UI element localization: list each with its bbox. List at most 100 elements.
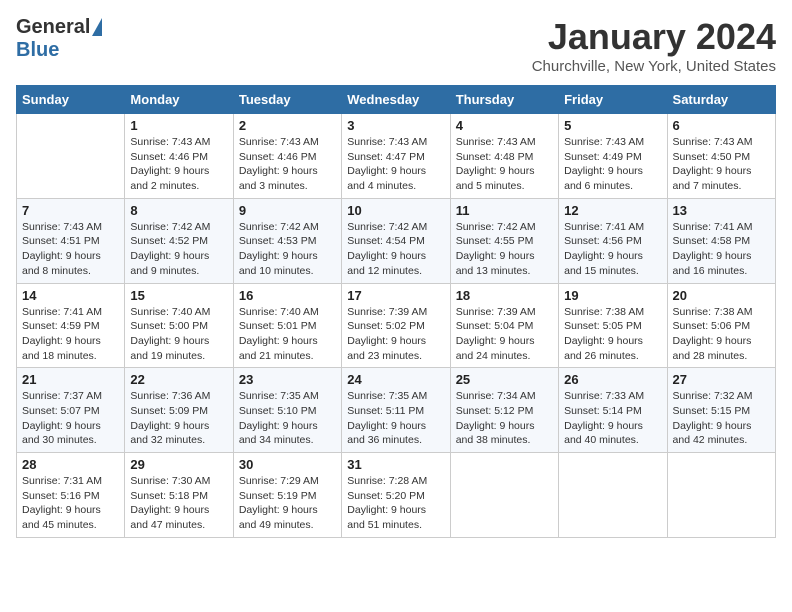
day-cell xyxy=(559,453,667,538)
day-info: Sunrise: 7:40 AM Sunset: 5:01 PM Dayligh… xyxy=(239,305,336,364)
week-row-4: 21Sunrise: 7:37 AM Sunset: 5:07 PM Dayli… xyxy=(17,368,776,453)
day-cell: 1 Sunrise: 7:43 AM Sunset: 4:46 PM Daylig… xyxy=(125,114,233,199)
day-cell: 20Sunrise: 7:38 AM Sunset: 5:06 PM Dayli… xyxy=(667,283,775,368)
day-info: Sunrise: 7:39 AM Sunset: 5:04 PM Dayligh… xyxy=(456,305,553,364)
week-row-1: 1 Sunrise: 7:43 AM Sunset: 4:46 PM Daylig… xyxy=(17,114,776,199)
day-info: Sunrise: 7:31 AM Sunset: 5:16 PM Dayligh… xyxy=(22,474,119,533)
day-info: Sunrise: 7:35 AM Sunset: 5:11 PM Dayligh… xyxy=(347,389,444,448)
week-row-2: 7 Sunrise: 7:43 AM Sunset: 4:51 PM Daylig… xyxy=(17,198,776,283)
day-cell: 31Sunrise: 7:28 AM Sunset: 5:20 PM Dayli… xyxy=(342,453,450,538)
day-info: Sunrise: 7:42 AM Sunset: 4:54 PM Dayligh… xyxy=(347,220,444,279)
day-cell: 22 Sunrise: 7:36 AM Sunset: 5:09 PM Dayli… xyxy=(125,368,233,453)
day-cell: 8 Sunrise: 7:42 AM Sunset: 4:52 PM Daylig… xyxy=(125,198,233,283)
day-cell: 19 Sunrise: 7:38 AM Sunset: 5:05 PM Dayli… xyxy=(559,283,667,368)
day-number: 6 xyxy=(673,118,770,133)
header-cell-tuesday: Tuesday xyxy=(233,86,341,114)
day-cell: 9 Sunrise: 7:42 AM Sunset: 4:53 PM Daylig… xyxy=(233,198,341,283)
page-header: General Blue January 2024 Churchville, N… xyxy=(16,16,776,75)
day-info: Sunrise: 7:43 AM Sunset: 4:50 PM Dayligh… xyxy=(673,135,770,194)
day-number: 26 xyxy=(564,372,661,387)
day-cell: 28 Sunrise: 7:31 AM Sunset: 5:16 PM Dayli… xyxy=(17,453,125,538)
day-cell: 7 Sunrise: 7:43 AM Sunset: 4:51 PM Daylig… xyxy=(17,198,125,283)
day-info: Sunrise: 7:41 AM Sunset: 4:56 PM Dayligh… xyxy=(564,220,661,279)
header-cell-wednesday: Wednesday xyxy=(342,86,450,114)
day-cell: 27Sunrise: 7:32 AM Sunset: 5:15 PM Dayli… xyxy=(667,368,775,453)
day-number: 23 xyxy=(239,372,336,387)
day-info: Sunrise: 7:33 AM Sunset: 5:14 PM Dayligh… xyxy=(564,389,661,448)
day-number: 22 xyxy=(130,372,227,387)
day-cell: 24 Sunrise: 7:35 AM Sunset: 5:11 PM Dayli… xyxy=(342,368,450,453)
day-info: Sunrise: 7:36 AM Sunset: 5:09 PM Dayligh… xyxy=(130,389,227,448)
week-row-5: 28 Sunrise: 7:31 AM Sunset: 5:16 PM Dayli… xyxy=(17,453,776,538)
calendar-table: SundayMondayTuesdayWednesdayThursdayFrid… xyxy=(16,85,776,538)
day-number: 30 xyxy=(239,457,336,472)
day-number: 9 xyxy=(239,203,336,218)
day-info: Sunrise: 7:38 AM Sunset: 5:06 PM Dayligh… xyxy=(673,305,770,364)
day-info: Sunrise: 7:43 AM Sunset: 4:46 PM Dayligh… xyxy=(239,135,336,194)
day-cell: 29 Sunrise: 7:30 AM Sunset: 5:18 PM Dayli… xyxy=(125,453,233,538)
day-cell: 12 Sunrise: 7:41 AM Sunset: 4:56 PM Dayli… xyxy=(559,198,667,283)
day-info: Sunrise: 7:43 AM Sunset: 4:49 PM Dayligh… xyxy=(564,135,661,194)
day-number: 14 xyxy=(22,288,119,303)
day-cell: 14 Sunrise: 7:41 AM Sunset: 4:59 PM Dayli… xyxy=(17,283,125,368)
day-cell: 17 Sunrise: 7:39 AM Sunset: 5:02 PM Dayli… xyxy=(342,283,450,368)
day-info: Sunrise: 7:42 AM Sunset: 4:55 PM Dayligh… xyxy=(456,220,553,279)
header-cell-saturday: Saturday xyxy=(667,86,775,114)
day-number: 25 xyxy=(456,372,553,387)
day-number: 16 xyxy=(239,288,336,303)
day-cell: 2 Sunrise: 7:43 AM Sunset: 4:46 PM Daylig… xyxy=(233,114,341,199)
day-info: Sunrise: 7:30 AM Sunset: 5:18 PM Dayligh… xyxy=(130,474,227,533)
day-number: 12 xyxy=(564,203,661,218)
day-number: 15 xyxy=(130,288,227,303)
title-block: January 2024 Churchville, New York, Unit… xyxy=(532,16,776,75)
day-info: Sunrise: 7:32 AM Sunset: 5:15 PM Dayligh… xyxy=(673,389,770,448)
day-number: 7 xyxy=(22,203,119,218)
day-number: 19 xyxy=(564,288,661,303)
logo-general-text: General xyxy=(16,16,90,39)
day-cell: 3Sunrise: 7:43 AM Sunset: 4:47 PM Daylig… xyxy=(342,114,450,199)
day-number: 24 xyxy=(347,372,444,387)
day-info: Sunrise: 7:43 AM Sunset: 4:46 PM Dayligh… xyxy=(130,135,227,194)
day-info: Sunrise: 7:39 AM Sunset: 5:02 PM Dayligh… xyxy=(347,305,444,364)
logo-blue-text: Blue xyxy=(16,39,59,62)
day-number: 4 xyxy=(456,118,553,133)
day-cell: 10 Sunrise: 7:42 AM Sunset: 4:54 PM Dayli… xyxy=(342,198,450,283)
day-number: 11 xyxy=(456,203,553,218)
day-cell: 30Sunrise: 7:29 AM Sunset: 5:19 PM Dayli… xyxy=(233,453,341,538)
day-cell xyxy=(450,453,558,538)
day-info: Sunrise: 7:28 AM Sunset: 5:20 PM Dayligh… xyxy=(347,474,444,533)
day-info: Sunrise: 7:41 AM Sunset: 4:59 PM Dayligh… xyxy=(22,305,119,364)
day-info: Sunrise: 7:37 AM Sunset: 5:07 PM Dayligh… xyxy=(22,389,119,448)
week-row-3: 14 Sunrise: 7:41 AM Sunset: 4:59 PM Dayli… xyxy=(17,283,776,368)
day-info: Sunrise: 7:42 AM Sunset: 4:53 PM Dayligh… xyxy=(239,220,336,279)
header-cell-monday: Monday xyxy=(125,86,233,114)
day-cell: 6 Sunrise: 7:43 AM Sunset: 4:50 PM Daylig… xyxy=(667,114,775,199)
logo-triangle-icon xyxy=(92,18,102,36)
day-cell xyxy=(17,114,125,199)
day-cell: 11 Sunrise: 7:42 AM Sunset: 4:55 PM Dayli… xyxy=(450,198,558,283)
day-number: 1 xyxy=(130,118,227,133)
header-cell-sunday: Sunday xyxy=(17,86,125,114)
day-info: Sunrise: 7:38 AM Sunset: 5:05 PM Dayligh… xyxy=(564,305,661,364)
day-cell: 25Sunrise: 7:34 AM Sunset: 5:12 PM Dayli… xyxy=(450,368,558,453)
day-number: 3 xyxy=(347,118,444,133)
day-info: Sunrise: 7:42 AM Sunset: 4:52 PM Dayligh… xyxy=(130,220,227,279)
day-cell: 21Sunrise: 7:37 AM Sunset: 5:07 PM Dayli… xyxy=(17,368,125,453)
day-number: 29 xyxy=(130,457,227,472)
day-number: 28 xyxy=(22,457,119,472)
day-info: Sunrise: 7:43 AM Sunset: 4:51 PM Dayligh… xyxy=(22,220,119,279)
day-cell: 13Sunrise: 7:41 AM Sunset: 4:58 PM Dayli… xyxy=(667,198,775,283)
header-row: SundayMondayTuesdayWednesdayThursdayFrid… xyxy=(17,86,776,114)
day-info: Sunrise: 7:41 AM Sunset: 4:58 PM Dayligh… xyxy=(673,220,770,279)
header-cell-thursday: Thursday xyxy=(450,86,558,114)
day-number: 17 xyxy=(347,288,444,303)
day-number: 8 xyxy=(130,203,227,218)
day-number: 2 xyxy=(239,118,336,133)
day-number: 5 xyxy=(564,118,661,133)
day-cell xyxy=(667,453,775,538)
day-cell: 26 Sunrise: 7:33 AM Sunset: 5:14 PM Dayli… xyxy=(559,368,667,453)
day-number: 18 xyxy=(456,288,553,303)
day-number: 10 xyxy=(347,203,444,218)
day-info: Sunrise: 7:35 AM Sunset: 5:10 PM Dayligh… xyxy=(239,389,336,448)
calendar-location: Churchville, New York, United States xyxy=(532,58,776,75)
